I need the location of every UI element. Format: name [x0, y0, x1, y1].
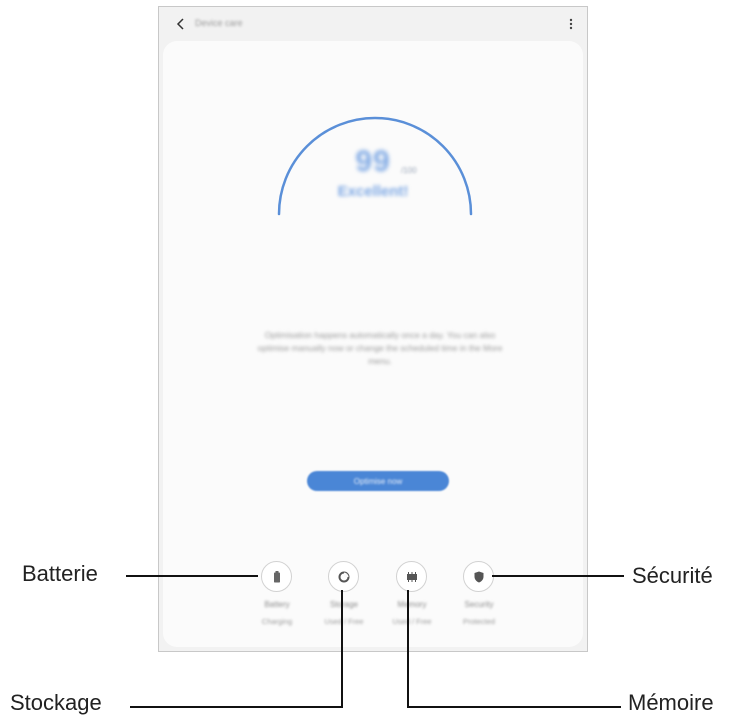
metric-name: Security: [464, 600, 494, 609]
more-options-icon[interactable]: [563, 15, 579, 33]
screen-title: Device care: [195, 18, 243, 28]
device-screen: Device care 99 /100 Excellent! Optimisat…: [158, 6, 588, 652]
score-value: 99: [355, 145, 391, 178]
metric-value: Protected: [462, 617, 496, 626]
callout-memory: Mémoire: [628, 690, 714, 715]
leader-line-battery: [126, 575, 258, 577]
leader-line-memory-vertical: [407, 590, 409, 708]
callout-battery: Batterie: [22, 561, 98, 586]
leader-line-memory-horizontal: [407, 706, 621, 708]
back-arrow-icon[interactable]: [173, 16, 189, 32]
leader-line-security: [492, 575, 624, 577]
callout-security: Sécurité: [632, 563, 713, 588]
storage-button[interactable]: [328, 561, 359, 592]
memory-icon: [406, 571, 417, 582]
leader-line-storage-horizontal: [130, 706, 343, 708]
memory-button[interactable]: [396, 561, 427, 592]
optimise-now-button[interactable]: Optimise now: [307, 471, 449, 491]
score-status: Excellent!: [337, 183, 409, 200]
top-app-bar: Device care: [159, 7, 587, 41]
optimise-now-label: Optimise now: [353, 476, 403, 486]
score-total: /100: [401, 166, 417, 175]
leader-line-storage-vertical: [341, 590, 343, 708]
security-icon: [474, 571, 483, 582]
device-care-card: 99 /100 Excellent! Optimisation happens …: [163, 41, 583, 647]
callout-storage: Stockage: [10, 690, 102, 715]
battery-icon: [273, 570, 280, 582]
optimisation-description: Optimisation happens automatically once …: [257, 330, 503, 366]
battery-button[interactable]: [261, 561, 292, 592]
storage-icon: [338, 571, 349, 582]
security-button[interactable]: [463, 561, 494, 592]
